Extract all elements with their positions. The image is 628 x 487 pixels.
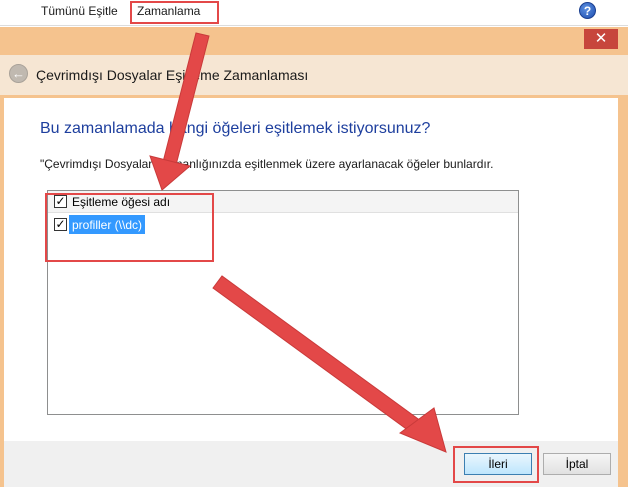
back-arrow-icon: ← [12, 66, 25, 81]
page-question: Bu zamanlamada hangi öğeleri eşitlemek i… [40, 120, 431, 137]
cancel-button[interactable]: İptal [543, 453, 611, 475]
dialog-title: Çevrimdışı Dosyalar Eşitleme Zamanlaması [36, 67, 309, 83]
close-icon: ✕ [594, 30, 608, 47]
highlight-schedule-menu [130, 1, 219, 24]
highlight-next-button [453, 446, 539, 483]
menu-bar: Tümünü Eşitle Zamanlama ? [0, 0, 628, 26]
dialog-header: ← Çevrimdışı Dosyalar Eşitleme Zamanlama… [0, 55, 628, 95]
close-button[interactable]: ✕ [584, 29, 618, 49]
highlight-list-items [45, 193, 214, 262]
page-description: "Çevrimdışı Dosyalar" zamanlığınızda eşi… [40, 157, 494, 171]
help-icon[interactable]: ? [579, 2, 596, 19]
menu-sync-all[interactable]: Tümünü Eşitle [41, 4, 118, 18]
back-button[interactable]: ← [9, 64, 28, 83]
dialog-content: Bu zamanlamada hangi öğeleri eşitlemek i… [4, 98, 618, 469]
